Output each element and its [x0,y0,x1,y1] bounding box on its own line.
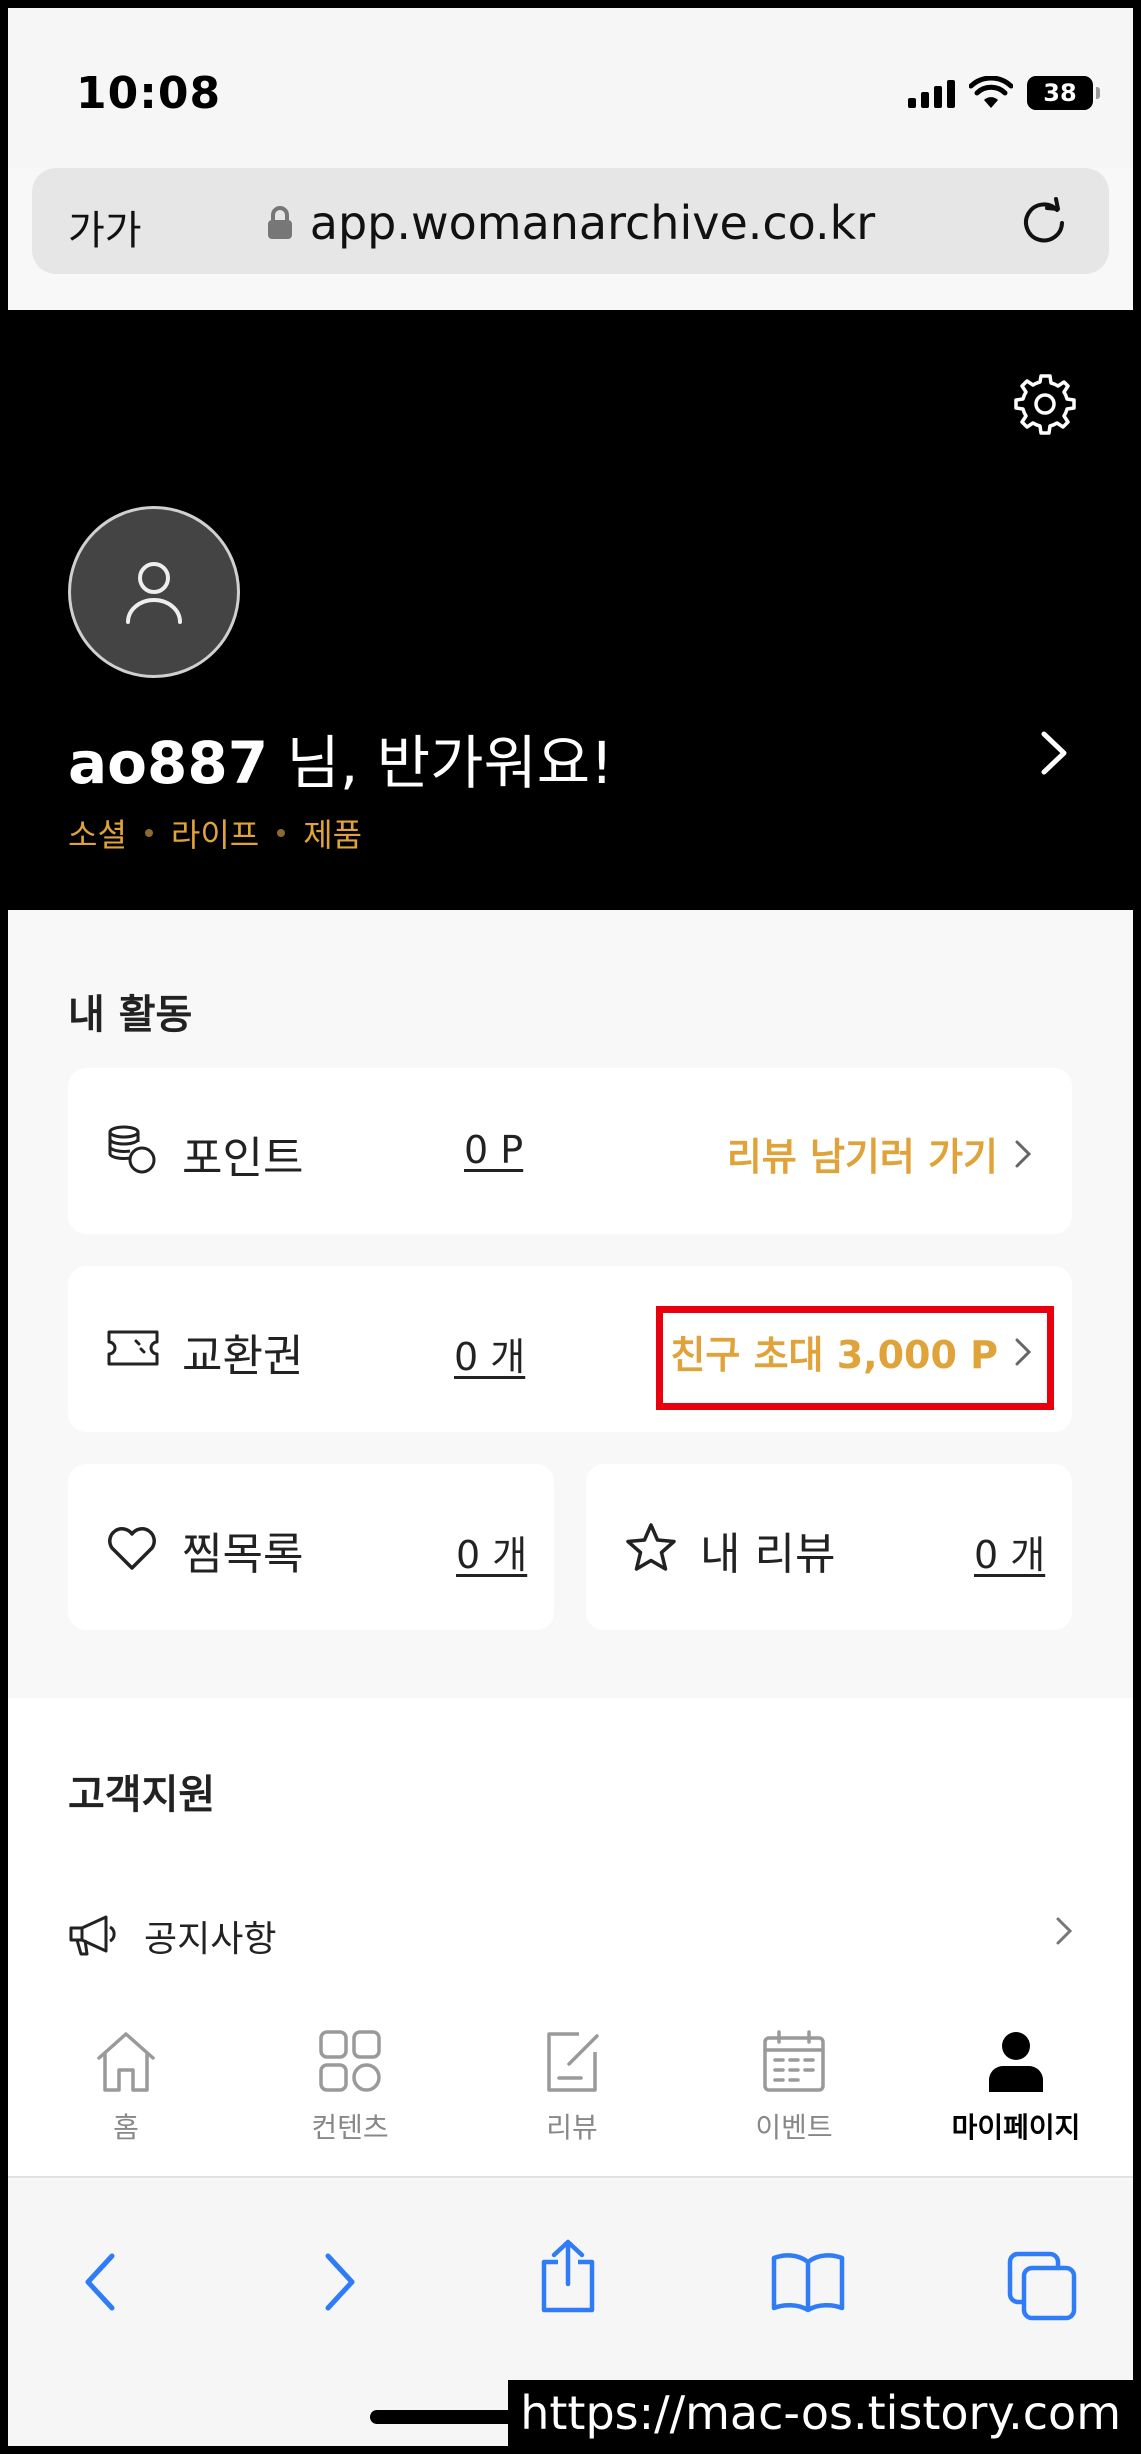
bookmarks-icon[interactable] [770,2250,846,2314]
tab-review[interactable]: 리뷰 [492,2028,652,2146]
write-review-link[interactable]: 리뷰 남기러 가기 [727,1126,1032,1181]
tab-home[interactable]: 홈 [46,2028,206,2146]
tag-separator [144,829,153,837]
notice-label: 공지사항 [144,1919,277,1960]
points-value[interactable]: 0 P [464,1128,523,1172]
tag-separator [277,829,286,837]
points-label: 포인트 [182,1133,304,1184]
tabs-icon[interactable] [1006,2250,1078,2322]
support-section: 고객지원 공지사항 [8,1698,1133,2018]
username: ao887 [68,729,269,797]
coins-icon [108,1125,156,1174]
notice-row[interactable]: 공지사항 [8,1878,1133,1988]
wishlist-value[interactable]: 0 개 [456,1524,527,1579]
status-bar: 10:08 38 가가 app.womanarchive.co.kr [8,8,1133,274]
tab-mypage-label: 마이페이지 [951,2111,1081,2144]
lock-icon [267,206,292,239]
greeting: ao887 님, 반가워요! [68,716,613,800]
voucher-value[interactable]: 0 개 [454,1326,525,1381]
megaphone-icon [69,1915,116,1956]
tab-review-label: 리뷰 [546,2111,598,2144]
tag-life: 라이프 [170,816,260,854]
tab-event-label: 이벤트 [755,2111,833,2144]
forward-icon[interactable] [320,2250,360,2314]
points-card[interactable]: 포인트 0 P 리뷰 남기러 가기 [68,1068,1072,1234]
tab-event[interactable]: 이벤트 [714,2028,874,2146]
chevron-right-icon [1056,1917,1073,1945]
chevron-right-icon[interactable] [1039,730,1069,776]
watermark: https://mac-os.tistory.com [508,2380,1133,2446]
write-review-label: 리뷰 남기러 가기 [726,1135,998,1179]
share-icon[interactable] [536,2238,600,2314]
tab-mypage[interactable]: 마이페이지 [936,2028,1096,2146]
wifi-icon [969,76,1013,108]
wishlist-card[interactable]: 찜목록 0 개 [68,1464,554,1630]
url-text[interactable]: app.womanarchive.co.kr [310,196,875,250]
calendar-icon [763,2030,825,2092]
app-tab-bar: 홈 컨텐츠 리뷰 이벤트 마이페이지 [8,1998,1133,2178]
support-title: 고객지원 [68,1772,216,1818]
tag-product: 제품 [303,816,363,854]
review-edit-icon [547,2032,599,2092]
tab-contents-label: 컨텐츠 [311,2111,389,2144]
avatar[interactable] [68,506,240,678]
heart-icon [108,1527,156,1570]
gear-icon[interactable] [1013,372,1077,436]
voucher-label: 교환권 [182,1331,304,1382]
profile-header: ao887 님, 반가워요! 소셜 라이프 제품 [8,310,1133,910]
my-reviews-value[interactable]: 0 개 [974,1524,1045,1579]
home-icon [97,2032,155,2092]
status-time: 10:08 [76,68,222,119]
interest-tags: 소셜 라이프 제품 [68,810,362,856]
person-outline-icon [126,562,182,624]
person-icon [989,2032,1043,2092]
cellular-signal-icon [908,78,955,108]
highlight-box [656,1306,1054,1410]
activity-title: 내 활동 [68,992,193,1038]
status-icons: 38 [908,76,1100,110]
tab-contents[interactable]: 컨텐츠 [270,2028,430,2146]
star-icon [626,1523,676,1571]
tab-home-label: 홈 [113,2111,139,2144]
ticket-icon [107,1330,159,1366]
back-icon[interactable] [80,2250,120,2314]
grid-icon [319,2030,381,2092]
address-bar[interactable]: 가가 app.womanarchive.co.kr [32,168,1109,274]
chevron-right-icon [1015,1140,1032,1167]
reload-icon[interactable] [1019,196,1069,246]
phone-screen: 10:08 38 가가 app.womanarchive.co.kr ao887… [8,8,1133,2446]
my-reviews-card[interactable]: 내 리뷰 0 개 [586,1464,1072,1630]
battery-icon: 38 [1027,76,1100,110]
wishlist-label: 찜목록 [182,1529,304,1580]
my-reviews-label: 내 리뷰 [700,1529,836,1580]
tag-social: 소셜 [68,816,127,854]
greeting-suffix: 님, 반가워요! [268,729,614,797]
